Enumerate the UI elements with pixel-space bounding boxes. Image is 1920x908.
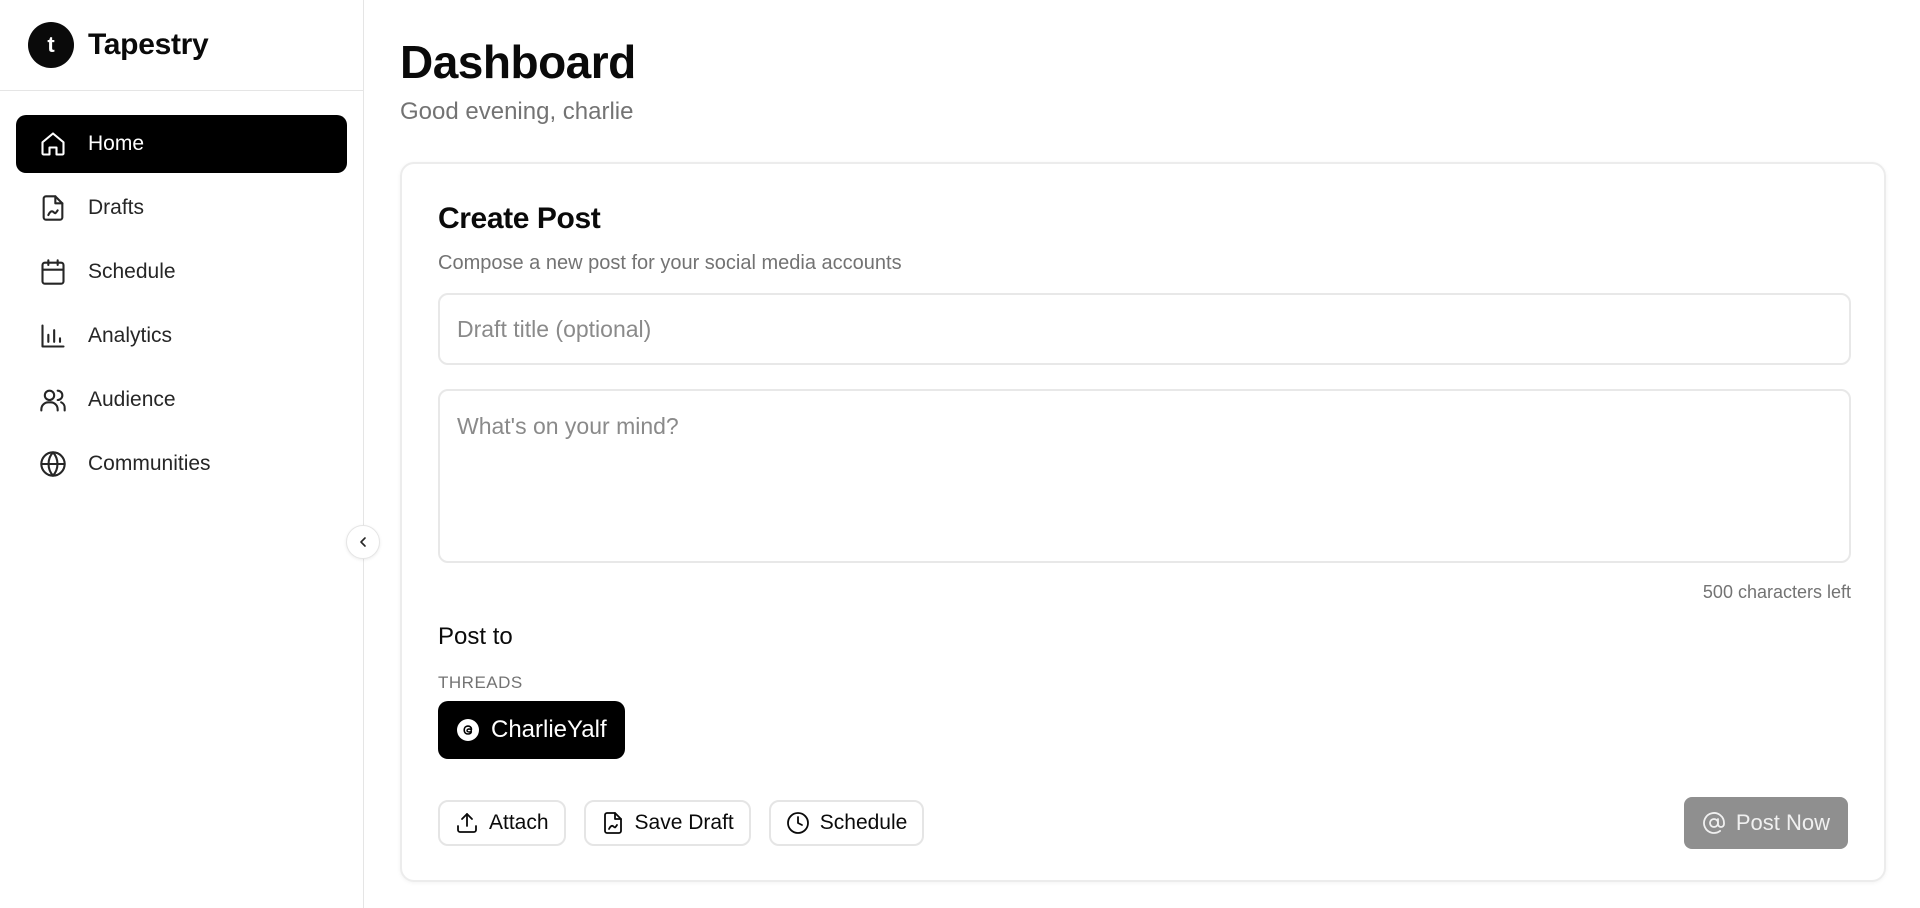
post-now-label: Post Now	[1735, 810, 1830, 835]
brand[interactable]: t Tapestry	[0, 0, 363, 91]
at-sign-icon	[1702, 811, 1726, 835]
page-subtitle: Good evening, charlie	[400, 98, 634, 125]
sidebar-nav: Home Drafts Schedule Analytics Audience …	[0, 91, 363, 493]
draft-title-input[interactable]	[438, 293, 1851, 365]
card-description: Compose a new post for your social media…	[438, 252, 902, 274]
home-icon	[38, 129, 68, 159]
sidebar-item-audience[interactable]: Audience	[16, 371, 347, 429]
sidebar-item-home[interactable]: Home	[16, 115, 347, 173]
sidebar-item-communities[interactable]: Communities	[16, 435, 347, 493]
globe-icon	[38, 449, 68, 479]
bar-chart-icon	[38, 321, 68, 351]
sidebar-item-label: Schedule	[88, 260, 176, 283]
sidebar-collapse-button[interactable]	[346, 525, 380, 559]
save-draft-label: Save Draft	[634, 811, 734, 834]
page-title: Dashboard	[400, 36, 636, 88]
file-signature-icon	[38, 193, 68, 223]
account-name: CharlieYalf	[491, 716, 607, 743]
sidebar-item-label: Drafts	[88, 196, 145, 219]
save-draft-button[interactable]: Save Draft	[583, 800, 751, 846]
clock-icon	[786, 811, 810, 835]
account-chip[interactable]: CharlieYalf	[438, 701, 625, 759]
composer-actions: Attach Save Draft Schedule Post Now	[438, 797, 1848, 849]
sidebar-item-analytics[interactable]: Analytics	[16, 307, 347, 365]
threads-icon	[456, 718, 480, 742]
users-icon	[38, 385, 68, 415]
sidebar-item-label: Communities	[88, 452, 211, 475]
app-root: t Tapestry Home Drafts Schedule Analytic…	[0, 0, 1920, 908]
attach-button[interactable]: Attach	[438, 800, 566, 846]
brand-logo: t	[28, 22, 74, 68]
create-post-card: Create Post Compose a new post for your …	[400, 162, 1886, 882]
upload-icon	[455, 811, 479, 835]
post-body-textarea[interactable]	[438, 389, 1851, 563]
brand-name: Tapestry	[88, 28, 209, 61]
schedule-button[interactable]: Schedule	[768, 800, 925, 846]
schedule-label: Schedule	[819, 811, 908, 834]
platform-label: THREADS	[438, 673, 523, 692]
file-signature-icon	[601, 811, 625, 835]
post-to-label: Post to	[438, 623, 513, 650]
sidebar-item-label: Home	[88, 132, 145, 155]
sidebar-item-label: Audience	[88, 388, 176, 411]
sidebar: t Tapestry Home Drafts Schedule Analytic…	[0, 0, 380, 908]
sidebar-item-schedule[interactable]: Schedule	[16, 243, 347, 301]
sidebar-item-label: Analytics	[88, 324, 173, 347]
card-title: Create Post	[438, 202, 601, 235]
main-content: Dashboard Good evening, charlie Create P…	[364, 0, 1920, 908]
chevron-left-icon	[360, 537, 366, 547]
sidebar-item-drafts[interactable]: Drafts	[16, 179, 347, 237]
post-now-button[interactable]: Post Now	[1683, 797, 1848, 849]
attach-label: Attach	[489, 811, 549, 834]
char-count: 500 characters left	[1702, 582, 1851, 602]
calendar-icon	[38, 257, 68, 287]
